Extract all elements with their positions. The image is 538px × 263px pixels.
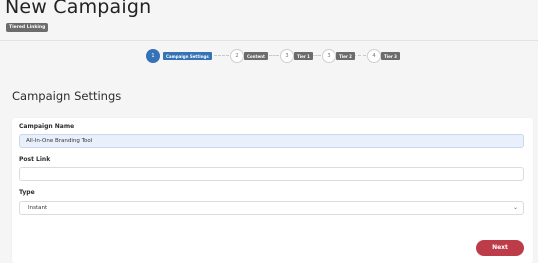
step-label: Content	[244, 52, 268, 60]
section-title: Campaign Settings	[12, 89, 122, 103]
step-number: 2	[230, 49, 244, 63]
step-label: Tier 2	[336, 52, 355, 60]
step-number: 1	[146, 49, 160, 63]
campaign-name-label: Campaign Name	[19, 123, 75, 130]
campaign-name-value: All-In-One Branding Tool	[26, 138, 93, 144]
next-button[interactable]: Next	[476, 240, 524, 256]
step-label: Campaign Settings	[163, 52, 212, 60]
stepper: 1 Campaign Settings 2 Content 3 Tier 1 3…	[0, 49, 538, 63]
type-selected-value: Instant	[28, 205, 48, 211]
post-link-input[interactable]	[19, 167, 524, 181]
post-link-label: Post Link	[19, 156, 51, 163]
connector	[214, 55, 229, 56]
step-number: 3	[322, 49, 336, 63]
step-number: 4	[367, 49, 381, 63]
tier-badge: Tiered Linking	[6, 23, 49, 32]
header-divider	[0, 40, 538, 41]
campaign-name-input[interactable]: All-In-One Branding Tool	[19, 134, 524, 148]
step-label: Tier 3	[381, 52, 400, 60]
page-title: New Campaign	[5, 0, 152, 18]
type-select[interactable]: Instant ⌄	[19, 201, 524, 215]
step-label: Tier 1	[294, 52, 313, 60]
campaign-settings-card: Campaign Name All-In-One Branding Tool P…	[12, 118, 533, 263]
chevron-down-icon: ⌄	[512, 204, 518, 211]
step-number: 3	[280, 49, 294, 63]
connector	[269, 55, 279, 56]
type-label: Type	[19, 189, 35, 196]
